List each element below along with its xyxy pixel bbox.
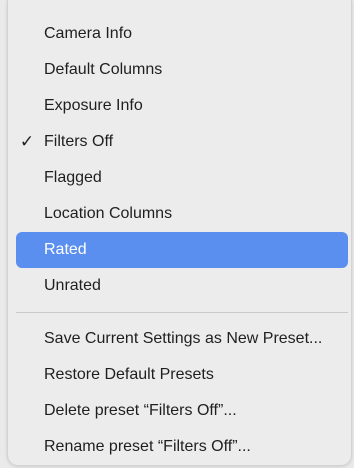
menu-item-label: Rename preset “Filters Off”... — [44, 438, 251, 455]
menu-item-rated[interactable]: Rated — [16, 232, 348, 268]
menu-item-filters-off[interactable]: ✓ Filters Off — [16, 124, 348, 160]
menu-item-label: Filters Off — [44, 133, 114, 150]
menu-item-label: Default Columns — [44, 61, 163, 78]
menu-item-rename-preset[interactable]: Rename preset “Filters Off”... — [16, 429, 348, 465]
menu-item-exposure-info[interactable]: Exposure Info — [16, 88, 348, 124]
menu-item-label: Camera Info — [44, 25, 133, 42]
checkmark-icon: ✓ — [19, 132, 35, 151]
menu-item-default-columns[interactable]: Default Columns — [16, 52, 348, 88]
menu-item-delete-preset[interactable]: Delete preset “Filters Off”... — [16, 393, 348, 429]
menu-item-label: Exposure Info — [44, 97, 143, 114]
menu-item-flagged[interactable]: Flagged — [16, 160, 348, 196]
menu-item-label: Unrated — [44, 277, 101, 294]
menu-item-unrated[interactable]: Unrated — [16, 268, 348, 304]
menu-item-restore-default-presets[interactable]: Restore Default Presets — [16, 357, 348, 393]
menu-item-camera-info[interactable]: Camera Info — [16, 16, 348, 52]
preset-dropdown-menu: Camera Info Default Columns Exposure Inf… — [7, 0, 352, 466]
menu-item-label: Flagged — [44, 169, 102, 186]
menu-item-label: Save Current Settings as New Preset... — [44, 330, 323, 347]
menu-item-label: Restore Default Presets — [44, 366, 214, 383]
menu-item-label: Delete preset “Filters Off”... — [44, 402, 237, 419]
menu-separator — [16, 312, 348, 313]
menu-item-location-columns[interactable]: Location Columns — [16, 196, 348, 232]
menu-item-label: Location Columns — [44, 205, 173, 222]
menu-item-label: Rated — [44, 241, 87, 258]
menu-item-save-preset[interactable]: Save Current Settings as New Preset... — [16, 321, 348, 357]
